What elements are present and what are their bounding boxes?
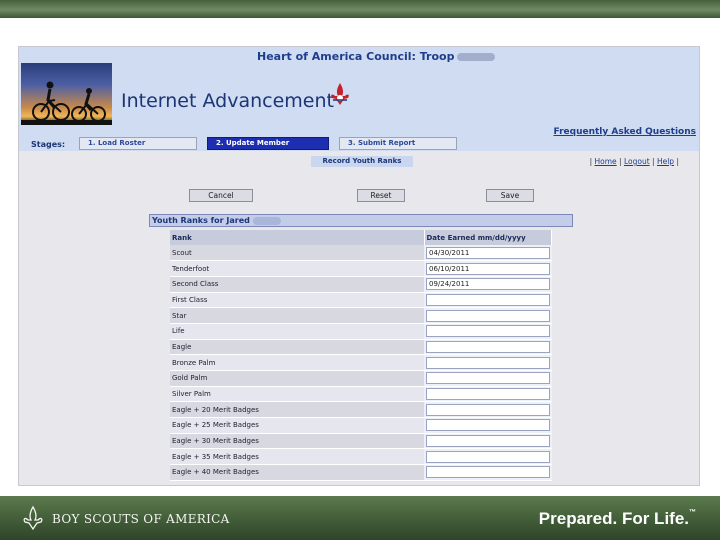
date-earned-cell [424,292,552,309]
bsa-fleur-de-lis-icon [331,83,349,105]
date-earned-cell [424,370,552,387]
redacted-last-name [252,216,281,225]
date-earned-cell [424,354,552,371]
stage-submit-report-tab[interactable]: 3. Submit Report [339,137,457,150]
date-earned-input[interactable] [426,325,550,338]
date-earned-cell [424,401,552,419]
table-row: Gold Palm [170,370,552,387]
rank-name-cell: Gold Palm [170,370,424,387]
table-row: Bronze Palm [170,354,552,371]
rank-name-cell: Eagle [170,339,424,356]
bsa-wordmark: BOY SCOUTS OF AMERICA [52,512,230,526]
date-earned-input[interactable] [426,246,550,259]
logout-link[interactable]: Logout [624,157,650,166]
date-column-header: Date Earned mm/dd/yyyy [424,230,552,245]
date-earned-cell [424,339,552,356]
table-row: Silver Palm [170,386,552,403]
nav-separator: | [652,157,655,166]
table-header-row: Rank Date Earned mm/dd/yyyy [170,230,552,245]
rank-name-cell: Second Class [170,276,424,293]
date-earned-cell [424,307,552,324]
youth-ranks-table: Rank Date Earned mm/dd/yyyy ScoutTenderf… [170,230,552,481]
redacted-troop-number [457,53,496,61]
rank-name-cell: Bronze Palm [170,354,424,371]
slide-top-band [0,0,720,18]
date-earned-input[interactable] [426,403,550,416]
trademark-mark: ™ [689,509,696,516]
table-row: Eagle + 30 Merit Badges [170,433,552,450]
nav-separator: | [676,157,679,166]
date-earned-input[interactable] [426,450,550,463]
table-row: Tenderfoot [170,260,552,277]
top-nav-links: | Home | Logout | Help | [590,157,679,166]
rank-name-cell: Eagle + 40 Merit Badges [170,464,424,481]
nav-separator: | [589,157,593,166]
date-earned-cell [424,448,552,466]
rank-name-cell: Star [170,307,424,324]
rank-name-cell: Eagle + 25 Merit Badges [170,417,424,434]
stage-load-roster-tab[interactable]: 1. Load Roster [79,137,197,150]
date-earned-cell [424,433,552,450]
home-link[interactable]: Home [595,157,617,166]
faq-link[interactable]: Frequently Asked Questions [554,127,696,137]
date-earned-input[interactable] [426,419,550,432]
table-row: Eagle [170,339,552,356]
reset-button[interactable]: Reset [357,189,405,202]
app-header: Heart of America Council: Troop Internet… [19,47,699,151]
date-earned-input[interactable] [426,388,550,401]
help-link[interactable]: Help [657,157,674,166]
table-row: Eagle + 40 Merit Badges [170,464,552,481]
table-row: Life [170,323,552,340]
date-earned-cell [424,245,552,262]
date-earned-cell [424,260,552,277]
date-earned-input[interactable] [426,466,550,479]
youth-ranks-panel-title: Youth Ranks for Jared [149,214,573,227]
rank-name-cell: Silver Palm [170,386,424,403]
stages-label: Stages: [31,140,66,149]
rank-name-cell: Eagle + 30 Merit Badges [170,433,424,450]
date-earned-input[interactable] [426,309,550,322]
prepared-for-life-tagline: Prepared. For Life.™ [538,509,696,528]
rank-name-cell: First Class [170,292,424,309]
rank-name-cell: Eagle + 20 Merit Badges [170,401,424,419]
table-row: Eagle + 25 Merit Badges [170,417,552,434]
stage-update-member-tab[interactable]: 2. Update Member [207,137,329,150]
table-row: Eagle + 20 Merit Badges [170,401,552,419]
date-earned-cell [424,386,552,403]
table-row: Second Class [170,276,552,293]
date-earned-input[interactable] [426,278,550,291]
date-earned-cell [424,323,552,340]
rank-name-cell: Life [170,323,424,340]
rank-name-cell: Tenderfoot [170,260,424,277]
table-row: Scout [170,245,552,262]
rank-column-header: Rank [170,230,425,245]
date-earned-input[interactable] [426,293,550,306]
table-row: Star [170,307,552,324]
date-earned-input[interactable] [426,356,550,369]
date-earned-cell [424,464,552,481]
bsa-emblem-icon [23,505,43,531]
table-row: Eagle + 35 Merit Badges [170,448,552,466]
advancement-screenshot: Heart of America Council: Troop Internet… [18,46,700,486]
date-earned-input[interactable] [426,372,550,385]
table-row: First Class [170,292,552,309]
date-earned-input[interactable] [426,262,550,275]
rank-name-cell: Eagle + 35 Merit Badges [170,448,424,466]
date-earned-input[interactable] [426,340,550,353]
date-earned-cell [424,417,552,434]
nav-separator: | [619,157,622,166]
app-title: Internet Advancement [121,90,334,112]
date-earned-cell [424,276,552,293]
rank-name-cell: Scout [170,245,424,262]
save-button[interactable]: Save [486,189,534,202]
cyclists-photo [21,63,112,125]
record-youth-ranks-tab[interactable]: Record Youth Ranks [311,156,413,167]
date-earned-input[interactable] [426,435,550,448]
council-heading: Heart of America Council: Troop [257,50,496,63]
cancel-button[interactable]: Cancel [189,189,253,202]
